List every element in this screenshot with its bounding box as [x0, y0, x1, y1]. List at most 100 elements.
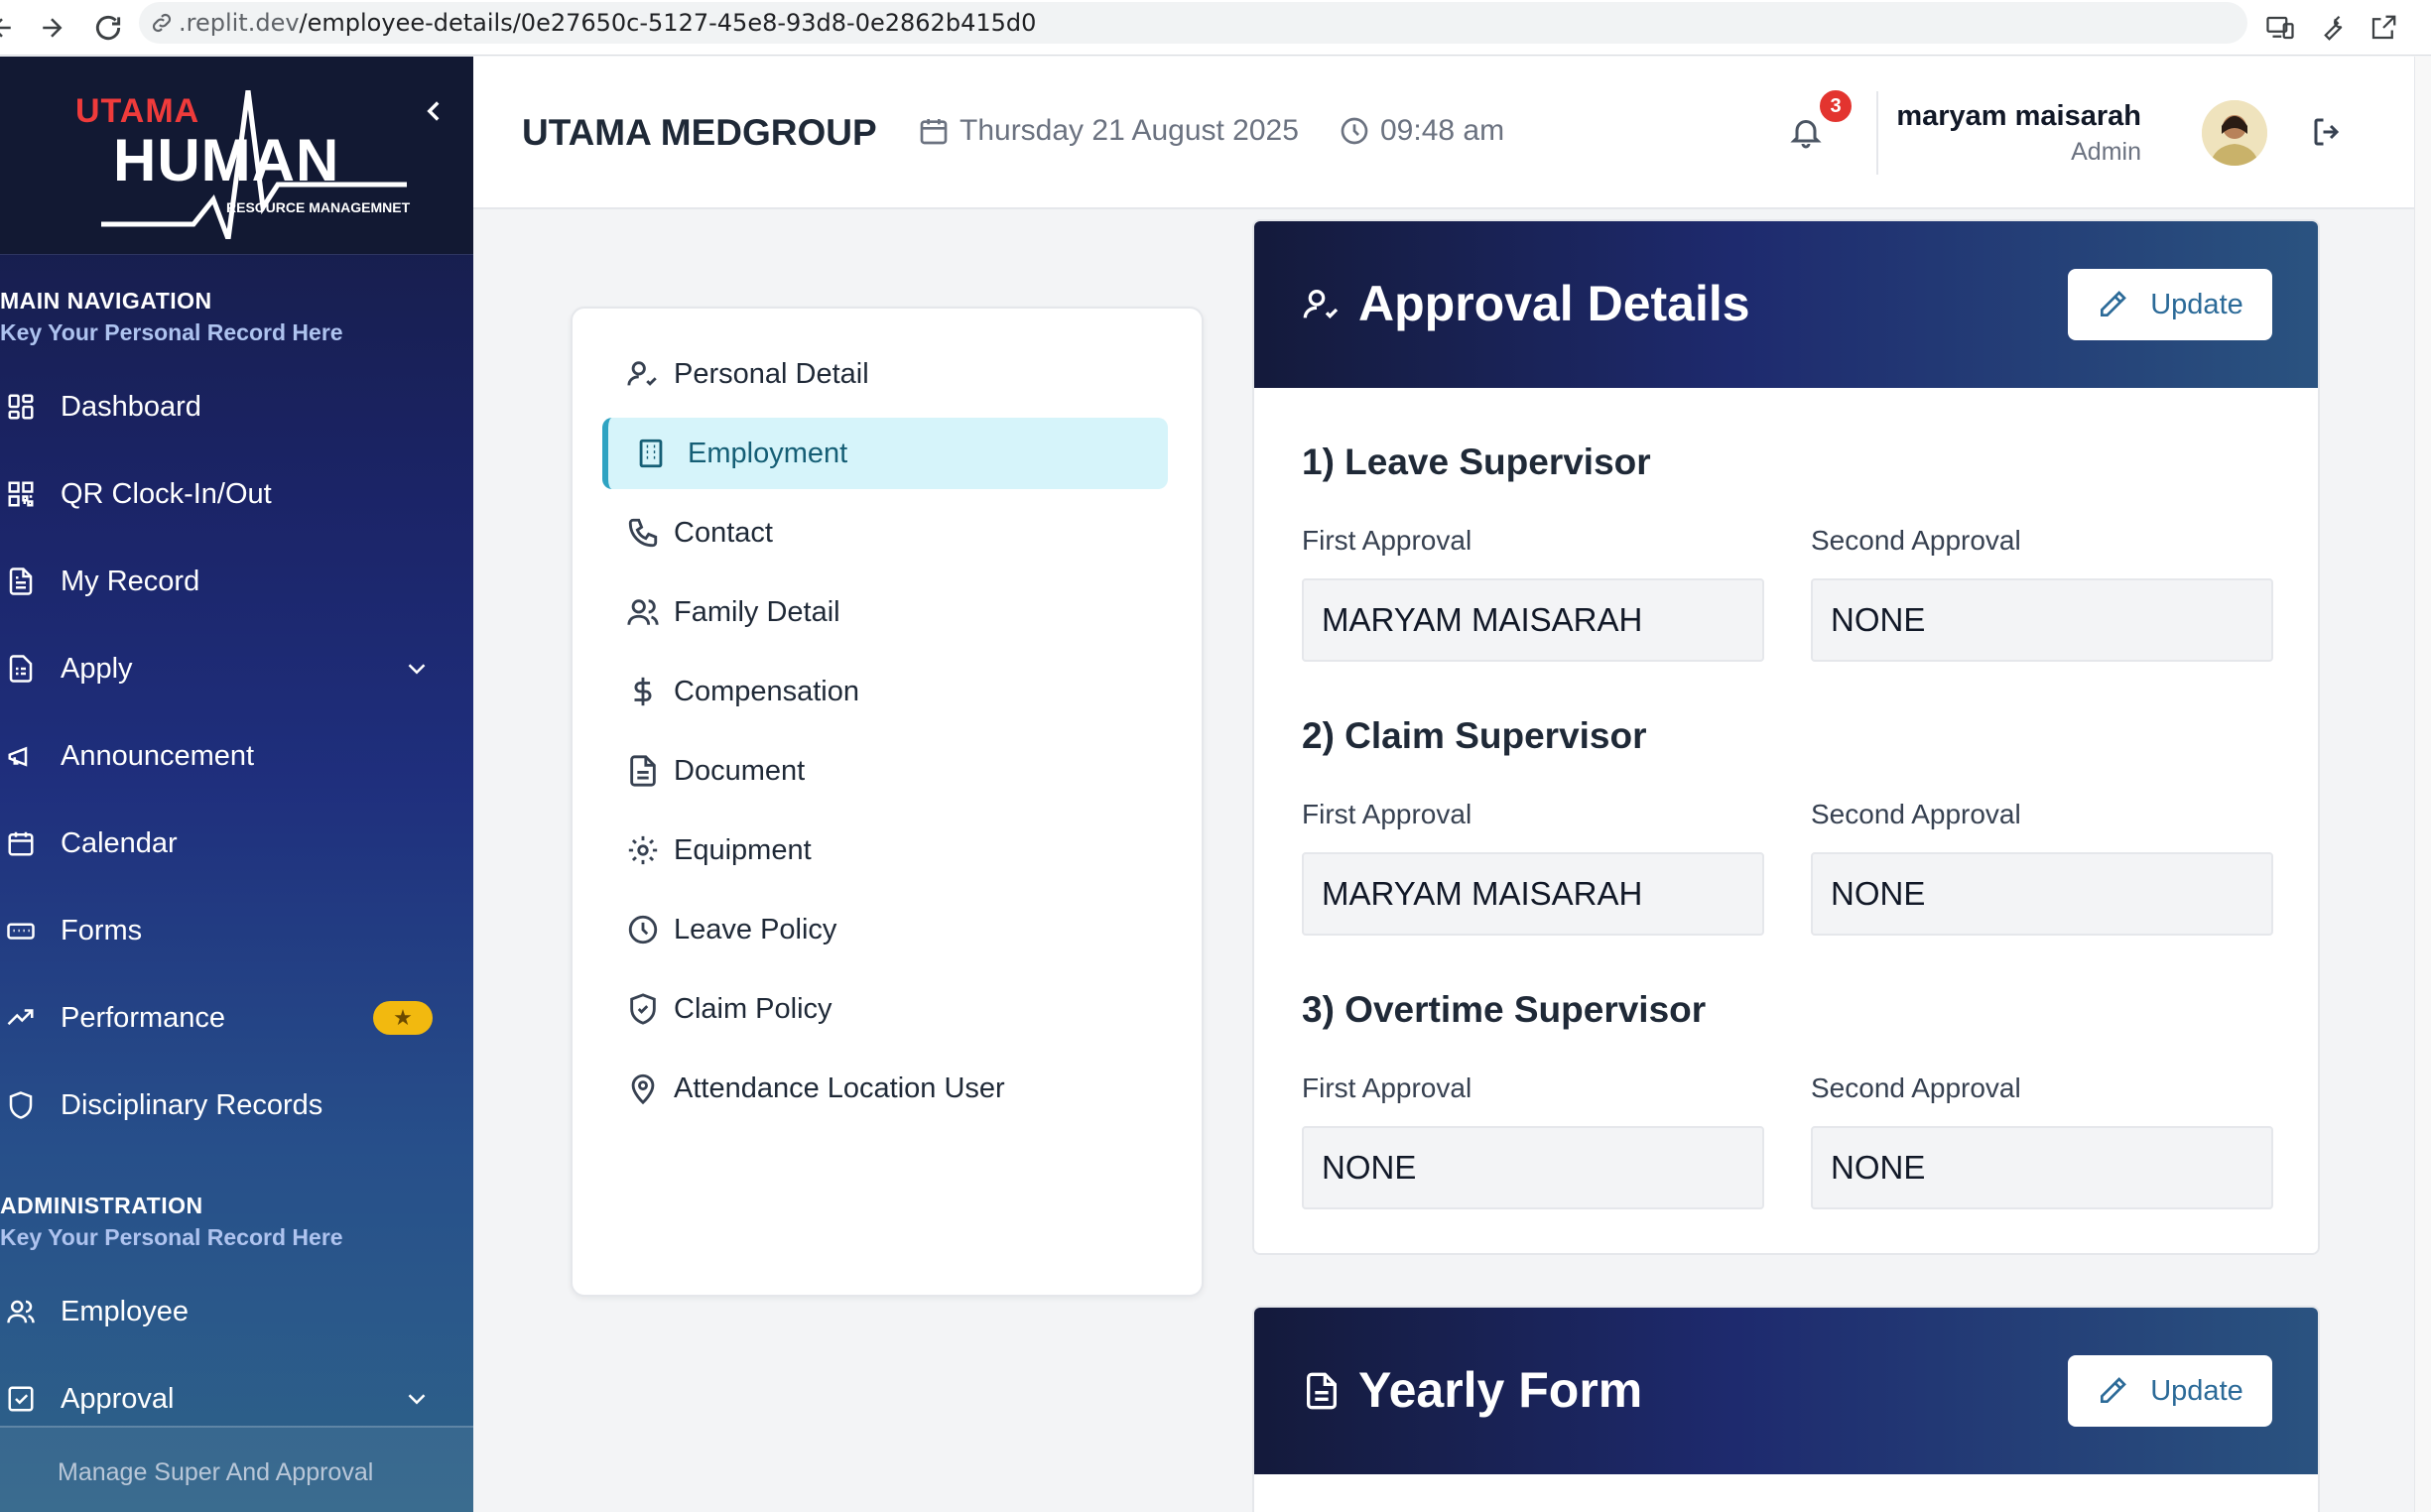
nav-label: Approval: [61, 1382, 175, 1415]
date-text: Thursday 21 August 2025: [960, 114, 1299, 147]
wrench-icon[interactable]: [2312, 8, 2352, 48]
approval-card-header: Approval Details Update: [1254, 221, 2318, 388]
overtime-second-approval-field[interactable]: NONE: [1811, 1126, 2273, 1209]
pencil-icon: [2101, 291, 2127, 316]
admin-title: ADMINISTRATION: [0, 1193, 203, 1218]
avatar[interactable]: [2202, 100, 2267, 166]
megaphone-icon: [8, 746, 28, 767]
building-icon: [639, 439, 663, 468]
forward-arrow-icon[interactable]: [32, 8, 71, 48]
menu-label: Compensation: [674, 675, 859, 707]
second-approval-label: Second Approval: [1811, 1072, 2021, 1103]
nav-approval[interactable]: Approval: [0, 1369, 473, 1429]
nav-label: Calendar: [61, 826, 178, 859]
map-pin-icon: [631, 1073, 655, 1105]
browser-toolbar: .replit.dev/employee-details/0e27650c-51…: [0, 0, 2431, 56]
submenu-manage-super-approval[interactable]: Manage Super And Approval: [58, 1458, 373, 1487]
address-bar[interactable]: .replit.dev/employee-details/0e27650c-51…: [139, 2, 2247, 44]
nav-label: My Record: [61, 565, 200, 597]
first-approval-label: First Approval: [1302, 1072, 1472, 1103]
leave-first-approval-field[interactable]: MARYAM MAISARAH: [1302, 578, 1764, 662]
logo[interactable]: UTAMA HUMAN RESOURCE MANAGEMNET: [0, 57, 473, 255]
nav-label: Performance: [61, 1001, 226, 1034]
menu-compensation[interactable]: Compensation: [602, 656, 1168, 727]
claim-supervisor-title: 2) Claim Supervisor: [1302, 715, 1647, 756]
nav-qr-clock[interactable]: QR Clock-In/Out: [0, 464, 473, 524]
second-approval-label: Second Approval: [1811, 525, 2021, 556]
nav-forms[interactable]: Forms: [0, 901, 473, 960]
menu-family-detail[interactable]: Family Detail: [602, 576, 1168, 648]
first-approval-label: First Approval: [1302, 525, 1472, 556]
main-nav-subtitle: Key Your Personal Record Here: [0, 319, 343, 345]
nav-apply[interactable]: Apply: [0, 639, 473, 698]
second-approval-label: Second Approval: [1811, 799, 2021, 829]
devices-icon[interactable]: [2260, 8, 2300, 48]
nav-my-record[interactable]: My Record: [0, 552, 473, 611]
nav-employee[interactable]: Employee: [0, 1282, 473, 1341]
top-header: UTAMA MEDGROUP Thursday 21 August 2025 0…: [473, 57, 2414, 209]
pencil-icon: [2101, 1377, 2127, 1403]
bell-icon[interactable]: [1788, 114, 1824, 150]
menu-personal-detail[interactable]: Personal Detail: [602, 338, 1168, 410]
leave-supervisor-title: 1) Leave Supervisor: [1302, 441, 1651, 482]
sidebar: UTAMA HUMAN RESOURCE MANAGEMNET MAIN NAV…: [0, 57, 473, 1512]
shield-check-icon: [630, 993, 656, 1025]
nav-disciplinary-records[interactable]: Disciplinary Records: [0, 1075, 473, 1135]
claim-first-approval-field[interactable]: MARYAM MAISARAH: [1302, 852, 1764, 936]
nav-calendar[interactable]: Calendar: [0, 814, 473, 873]
user-check-icon: [627, 361, 657, 386]
open-external-icon[interactable]: [2364, 8, 2403, 48]
performance-star-badge: ★: [373, 1001, 433, 1035]
user-check-icon: [1303, 290, 1339, 319]
menu-document[interactable]: Document: [602, 735, 1168, 807]
logo-sub-text: RESOURCE MANAGEMNET: [226, 199, 411, 215]
leave-second-approval-field[interactable]: NONE: [1811, 578, 2273, 662]
users-icon: [627, 599, 659, 625]
claim-second-approval-field[interactable]: NONE: [1811, 852, 2273, 936]
chevron-down-icon[interactable]: [402, 654, 432, 684]
nav-label: Announcement: [61, 739, 255, 772]
check-square-icon: [8, 1386, 34, 1412]
approval-details-card: Approval Details Update 1) Leave Supervi…: [1252, 219, 2320, 1255]
back-arrow-icon[interactable]: [0, 8, 22, 48]
dashboard-icon: [8, 394, 34, 420]
first-approval-label: First Approval: [1302, 799, 1472, 829]
approval-update-button[interactable]: Update: [2068, 269, 2272, 340]
yearly-update-button[interactable]: Update: [2068, 1355, 2272, 1427]
menu-attendance-location-user[interactable]: Attendance Location User: [602, 1053, 1168, 1124]
menu-label: Employment: [688, 437, 848, 469]
logout-icon[interactable]: [2310, 114, 2346, 150]
document-icon: [630, 755, 656, 787]
nav-performance[interactable]: Performance ★: [0, 988, 473, 1048]
menu-leave-policy[interactable]: Leave Policy: [602, 894, 1168, 965]
nav-dashboard[interactable]: Dashboard: [0, 377, 473, 437]
menu-label: Personal Detail: [674, 357, 869, 390]
overtime-first-approval-field[interactable]: NONE: [1302, 1126, 1764, 1209]
menu-claim-policy[interactable]: Claim Policy: [602, 973, 1168, 1045]
chevron-down-icon[interactable]: [402, 1384, 432, 1414]
notification-count-badge: 3: [1817, 87, 1855, 125]
header-divider: [1876, 91, 1878, 175]
clipboard-icon: [9, 655, 33, 683]
menu-employment[interactable]: Employment: [602, 418, 1168, 489]
menu-equipment[interactable]: Equipment: [602, 815, 1168, 886]
page-scrollbar[interactable]: [2414, 57, 2431, 1512]
url-path: /employee-details/0e27650c-5127-45e8-93d…: [299, 9, 1037, 37]
users-icon: [7, 1300, 35, 1323]
user-name[interactable]: maryam maisarah: [1896, 100, 2141, 133]
menu-contact[interactable]: Contact: [602, 497, 1168, 568]
menu-label: Equipment: [674, 833, 812, 866]
menu-label: Attendance Location User: [674, 1071, 1005, 1104]
employee-detail-menu: Personal Detail Employment Contact Famil…: [571, 307, 1204, 1297]
nav-announcement[interactable]: Announcement: [0, 726, 473, 786]
form-icon: [7, 923, 35, 940]
menu-label: Claim Policy: [674, 992, 832, 1025]
collapse-sidebar-button[interactable]: [417, 94, 450, 128]
header-time: 09:48 am: [1339, 114, 1504, 148]
admin-subtitle: Key Your Personal Record Here: [0, 1224, 343, 1250]
approval-card-title: Approval Details: [1358, 276, 1750, 331]
url-host: .replit.dev: [179, 9, 300, 37]
reload-icon[interactable]: [88, 8, 128, 48]
overtime-supervisor-title: 3) Overtime Supervisor: [1302, 989, 1707, 1030]
calendar-icon: [8, 831, 34, 856]
